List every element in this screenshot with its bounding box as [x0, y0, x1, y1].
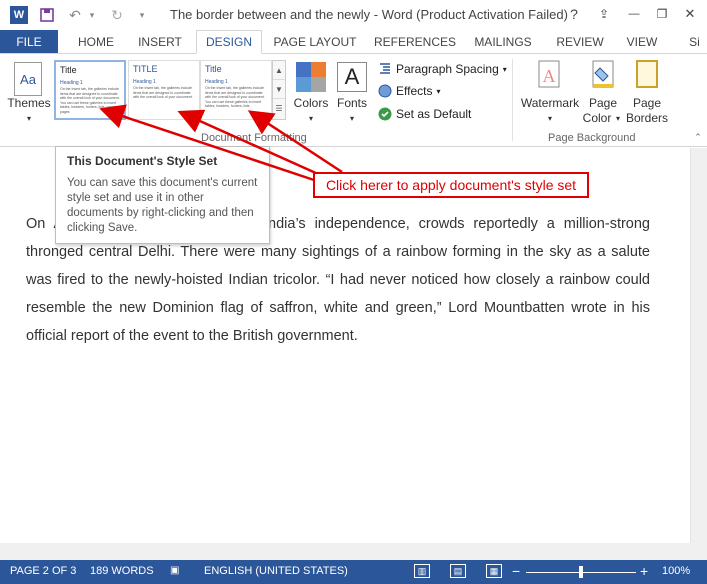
fonts-icon: A [337, 62, 367, 92]
checkmark-icon [378, 107, 392, 121]
style-set-gallery[interactable]: Title Heading 1 On the Insert tab, the g… [54, 60, 274, 120]
style-thumb-heading: Heading 1 [205, 79, 228, 85]
ribbon-design: Aa Themes ▾ Title Heading 1 On the Inser… [0, 53, 707, 147]
tab-home[interactable]: HOME [68, 30, 124, 54]
tab-page-layout[interactable]: PAGE LAYOUT [270, 30, 360, 54]
fonts-label: Fonts [336, 96, 367, 110]
collapse-ribbon-icon[interactable]: ⌃ [692, 130, 704, 145]
style-thumb-title: Title [60, 65, 77, 75]
style-thumb-title: Title [205, 64, 222, 74]
tab-file[interactable]: FILE [0, 30, 58, 54]
group-label-document-formatting: Document Formatting [201, 132, 307, 144]
watermark-icon: A [536, 60, 564, 90]
tab-insert[interactable]: INSERT [130, 30, 190, 54]
effects-dropdown-icon: ▾ [436, 86, 441, 96]
window-title: The border between and the newly - Word … [170, 7, 568, 22]
page-borders-icon [634, 60, 662, 90]
set-as-default-label: Set as Default [396, 107, 472, 121]
gallery-scroll-down-icon[interactable]: ▼ [273, 80, 285, 99]
title-bar: W ↶ ▾ ↻ ▾ The border between and the new… [0, 0, 707, 30]
ribbon-display-options-icon[interactable]: ⇪ [593, 4, 615, 24]
watermark-dropdown-icon: ▾ [547, 114, 552, 123]
style-set-option[interactable]: TITLE Heading 1 On the Insert tab, the g… [128, 60, 200, 120]
language[interactable]: ENGLISH (UNITED STATES) [204, 565, 348, 577]
style-set-tooltip: This Document's Style Set You can save t… [55, 146, 270, 244]
style-thumb-body: On the Insert tab, the galleries include… [60, 87, 120, 114]
tab-view[interactable]: VIEW [620, 30, 664, 54]
group-label-page-background: Page Background [548, 132, 636, 144]
fonts-dropdown-icon: ▾ [349, 114, 354, 123]
annotation-callout: Click herer to apply document's style se… [313, 172, 589, 198]
page-color-icon [590, 60, 618, 90]
themes-icon: Aa [14, 62, 42, 96]
svg-text:A: A [543, 66, 556, 86]
tab-references[interactable]: REFERENCES [372, 30, 458, 54]
redo-icon[interactable]: ↻ [108, 5, 126, 25]
color-swatch [311, 77, 326, 92]
minimize-button[interactable]: — [623, 4, 645, 24]
effects-icon [378, 84, 392, 98]
style-thumb-body: On the Insert tab, the galleries include… [133, 86, 193, 99]
color-swatch [311, 62, 326, 77]
save-icon[interactable] [38, 5, 56, 25]
themes-label: Themes [7, 96, 51, 110]
print-layout-icon[interactable]: ▤ [450, 564, 466, 578]
ribbon-tabs: FILE HOME INSERT DESIGN PAGE LAYOUT REFE… [0, 30, 707, 54]
zoom-in-button[interactable]: + [640, 563, 648, 579]
tab-review[interactable]: REVIEW [550, 30, 610, 54]
watermark-label: Watermark [520, 96, 580, 110]
colors-dropdown-icon: ▾ [308, 114, 313, 123]
tab-design[interactable]: DESIGN [196, 30, 262, 54]
paragraph-spacing-label: Paragraph Spacing [396, 62, 499, 76]
undo-dropdown-icon[interactable]: ▾ [86, 5, 98, 25]
themes-dropdown-icon: ▾ [26, 114, 31, 123]
effects-label: Effects [396, 84, 433, 98]
paragraph-spacing-icon [378, 62, 392, 76]
restore-button[interactable]: ❐ [651, 4, 673, 24]
page-count[interactable]: PAGE 2 OF 3 [10, 565, 76, 577]
help-button[interactable]: ? [563, 4, 585, 24]
set-as-default-button[interactable]: Set as Default [378, 105, 471, 123]
gallery-more-icon[interactable]: ☰ [273, 99, 285, 118]
undo-icon[interactable]: ↶ [66, 5, 84, 25]
tooltip-title: This Document's Style Set [67, 154, 218, 168]
style-set-this-document[interactable]: Title Heading 1 On the Insert tab, the g… [54, 60, 126, 120]
page-borders-label-2: Borders [625, 111, 669, 125]
proofing-icon[interactable]: ▣ [170, 565, 179, 576]
customize-toolbar-icon[interactable]: ▾ [136, 5, 148, 25]
colors-icon [296, 62, 326, 92]
vertical-scrollbar[interactable] [690, 148, 707, 543]
status-bar: PAGE 2 OF 3 189 WORDS ▣ ENGLISH (UNITED … [0, 560, 707, 584]
word-count[interactable]: 189 WORDS [90, 565, 154, 577]
tab-mailings[interactable]: MAILINGS [470, 30, 536, 54]
color-swatch [296, 62, 311, 77]
word-app-icon[interactable]: W [10, 6, 28, 24]
effects-button[interactable]: Effects ▾ [378, 82, 440, 100]
page-borders-label-1: Page [632, 96, 662, 110]
tooltip-body: You can save this document's current sty… [67, 177, 258, 234]
paragraph-spacing-dropdown-icon: ▾ [502, 64, 507, 74]
read-mode-icon[interactable]: ▥ [414, 564, 430, 578]
gallery-scroll-up-icon[interactable]: ▲ [273, 61, 285, 80]
gallery-scroll: ▲ ▼ ☰ [272, 60, 286, 120]
style-thumb-heading: Heading 1 [60, 80, 83, 86]
paragraph-spacing-button[interactable]: Paragraph Spacing ▾ [378, 60, 507, 78]
zoom-level[interactable]: 100% [662, 565, 690, 577]
style-thumb-title: TITLE [133, 64, 158, 74]
group-separator [512, 59, 513, 141]
zoom-slider-thumb[interactable] [579, 566, 583, 578]
style-set-option[interactable]: Title Heading 1 On the Insert tab, the g… [200, 60, 272, 120]
web-layout-icon[interactable]: ▦ [486, 564, 502, 578]
color-swatch [296, 77, 311, 92]
page-color-label-1: Page [588, 96, 618, 110]
document-bottom-area [0, 543, 707, 560]
style-thumb-body: On the Insert tab, the galleries include… [205, 86, 265, 108]
page-color-dropdown-icon: ▾ [615, 114, 620, 123]
sign-in-link[interactable]: Si [682, 30, 707, 54]
zoom-out-button[interactable]: − [512, 563, 520, 579]
close-button[interactable]: ✕ [679, 4, 701, 24]
colors-label: Colors [293, 96, 329, 110]
page-color-label-2: Color [582, 111, 612, 125]
style-thumb-heading: Heading 1 [133, 79, 156, 85]
